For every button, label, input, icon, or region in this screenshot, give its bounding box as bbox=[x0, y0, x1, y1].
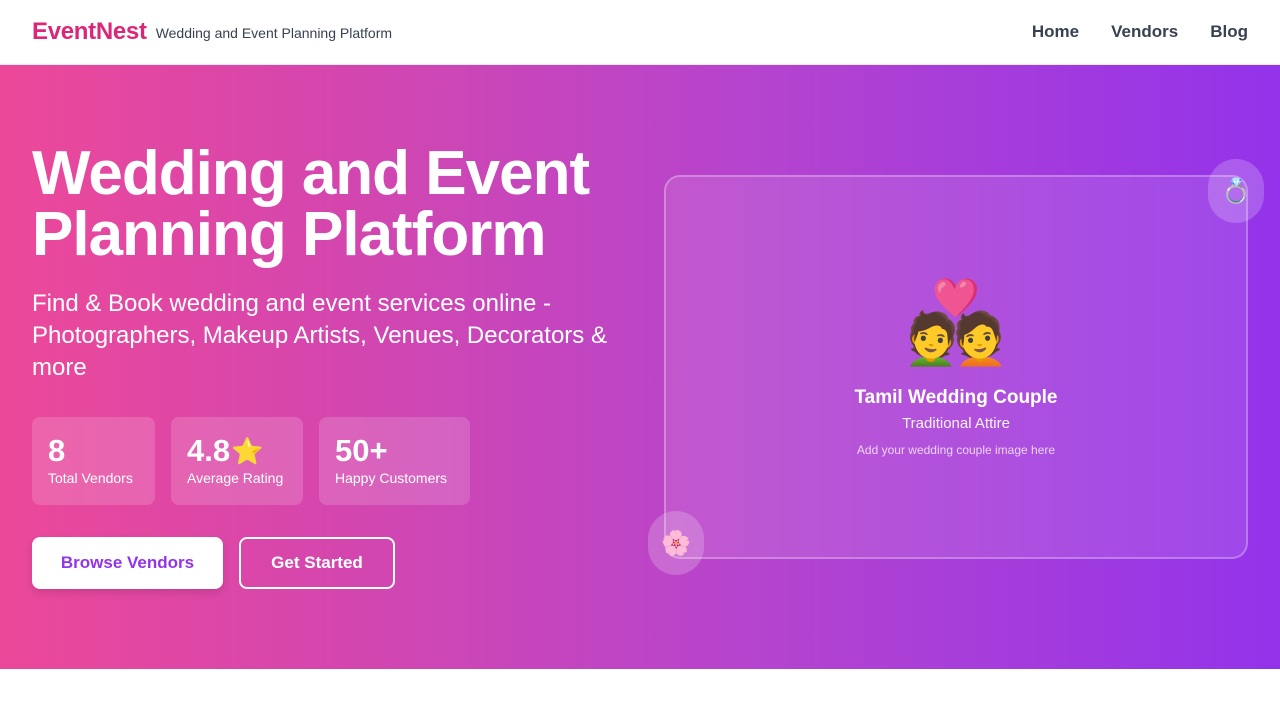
stat-average-rating: 4.8 ⭐ Average Rating bbox=[171, 417, 303, 505]
stat-value: 8 bbox=[48, 433, 139, 469]
hero-section: Wedding and Event Planning Platform Find… bbox=[0, 65, 1280, 669]
stat-label: Average Rating bbox=[187, 470, 284, 486]
brand-tagline: Wedding and Event Planning Platform bbox=[155, 25, 393, 41]
flower-icon: 🌸 bbox=[648, 511, 704, 575]
top-navbar: EventNest Wedding and Event Planning Pla… bbox=[0, 0, 1280, 65]
stat-label: Happy Customers bbox=[335, 470, 448, 486]
get-started-button[interactable]: Get Started bbox=[239, 537, 395, 589]
nav-vendors-link[interactable]: Vendors bbox=[1111, 22, 1178, 42]
stat-total-vendors: 8 Total Vendors bbox=[32, 417, 155, 505]
ring-icon: 💍 bbox=[1208, 159, 1264, 223]
card-subtitle: Traditional Attire bbox=[902, 415, 1010, 432]
star-icon: ⭐ bbox=[231, 436, 264, 466]
stat-value-text: 4.8 bbox=[187, 433, 231, 468]
stat-happy-customers: 50+ Happy Customers bbox=[319, 417, 470, 505]
brand: EventNest Wedding and Event Planning Pla… bbox=[32, 18, 392, 46]
stats-row: 8 Total Vendors 4.8 ⭐ Average Rating 50+ … bbox=[32, 417, 470, 505]
couple-with-heart-icon: 💑 bbox=[906, 278, 1006, 367]
stat-value-text: 50+ bbox=[335, 433, 388, 468]
main-nav: Home Vendors Blog bbox=[1032, 22, 1248, 42]
stat-value-text: 8 bbox=[48, 433, 66, 468]
card-title: Tamil Wedding Couple bbox=[854, 387, 1058, 408]
browse-vendors-button[interactable]: Browse Vendors bbox=[32, 537, 223, 589]
hero-subtitle: Find & Book wedding and event services o… bbox=[32, 290, 607, 381]
couple-image-placeholder: 💑 Tamil Wedding Couple Traditional Attir… bbox=[664, 175, 1248, 559]
stat-label: Total Vendors bbox=[48, 470, 133, 486]
stat-value: 4.8 ⭐ bbox=[187, 433, 287, 469]
card-hint: Add your wedding couple image here bbox=[856, 443, 1056, 457]
nav-home-link[interactable]: Home bbox=[1032, 22, 1079, 42]
hero-title: Wedding and Event Planning Platform bbox=[32, 139, 590, 269]
stat-value: 50+ bbox=[335, 433, 454, 469]
hero-actions: Browse Vendors Get Started bbox=[32, 537, 395, 589]
nav-blog-link[interactable]: Blog bbox=[1210, 22, 1248, 42]
logo[interactable]: EventNest bbox=[32, 18, 147, 46]
